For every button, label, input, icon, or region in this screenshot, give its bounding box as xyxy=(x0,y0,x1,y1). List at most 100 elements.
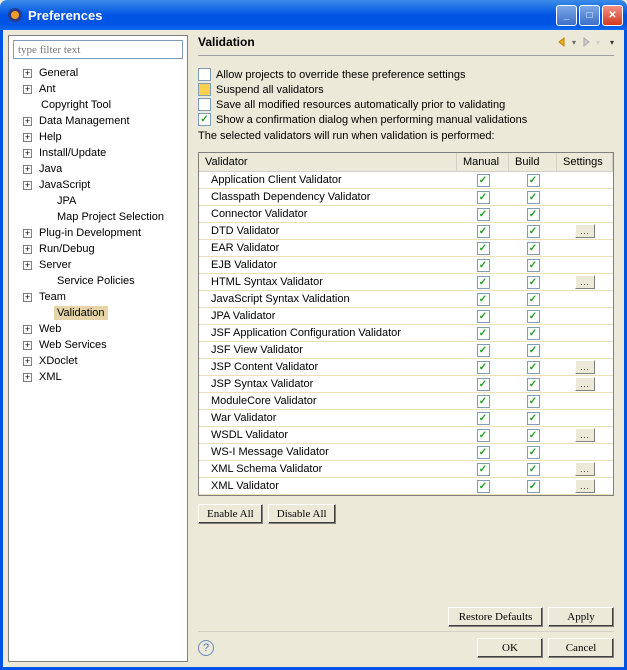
build-checkbox[interactable] xyxy=(527,191,540,204)
tree-item[interactable]: +Server xyxy=(11,257,185,273)
enable-all-button[interactable]: Enable All xyxy=(198,504,263,524)
manual-checkbox[interactable] xyxy=(477,293,490,306)
tree-item[interactable]: Validation xyxy=(11,305,185,321)
table-row[interactable]: JPA Validator xyxy=(199,308,613,325)
build-checkbox[interactable] xyxy=(527,259,540,272)
build-checkbox[interactable] xyxy=(527,344,540,357)
build-checkbox[interactable] xyxy=(527,293,540,306)
tree-item[interactable]: +Web xyxy=(11,321,185,337)
tree-item[interactable]: +Java xyxy=(11,161,185,177)
build-checkbox[interactable] xyxy=(527,480,540,493)
col-manual[interactable]: Manual xyxy=(457,153,509,171)
table-row[interactable]: Application Client Validator xyxy=(199,172,613,189)
tree-item[interactable]: +Data Management xyxy=(11,113,185,129)
back-dropdown-icon[interactable]: ▾ xyxy=(572,38,576,47)
manual-checkbox[interactable] xyxy=(477,378,490,391)
build-checkbox[interactable] xyxy=(527,208,540,221)
close-button[interactable]: ✕ xyxy=(602,5,623,26)
build-checkbox[interactable] xyxy=(527,395,540,408)
tree-item[interactable]: JPA xyxy=(11,193,185,209)
override-checkbox[interactable] xyxy=(198,68,211,81)
manual-checkbox[interactable] xyxy=(477,429,490,442)
saveall-checkbox[interactable] xyxy=(198,98,211,111)
expand-icon[interactable]: + xyxy=(23,149,32,158)
tree-item[interactable]: +Ant xyxy=(11,81,185,97)
manual-checkbox[interactable] xyxy=(477,276,490,289)
build-checkbox[interactable] xyxy=(527,361,540,374)
maximize-button[interactable]: □ xyxy=(579,5,600,26)
tree-item[interactable]: Copyright Tool xyxy=(11,97,185,113)
settings-button[interactable]: ... xyxy=(575,224,595,238)
build-checkbox[interactable] xyxy=(527,174,540,187)
tree-item[interactable]: +XML xyxy=(11,369,185,385)
manual-checkbox[interactable] xyxy=(477,361,490,374)
table-row[interactable]: EJB Validator xyxy=(199,257,613,274)
manual-checkbox[interactable] xyxy=(477,395,490,408)
table-row[interactable]: War Validator xyxy=(199,410,613,427)
settings-button[interactable]: ... xyxy=(575,275,595,289)
settings-button[interactable]: ... xyxy=(575,428,595,442)
expand-icon[interactable]: + xyxy=(23,357,32,366)
manual-checkbox[interactable] xyxy=(477,242,490,255)
table-row[interactable]: XML Schema Validator... xyxy=(199,461,613,478)
manual-checkbox[interactable] xyxy=(477,310,490,323)
build-checkbox[interactable] xyxy=(527,310,540,323)
tree-item[interactable]: Map Project Selection xyxy=(11,209,185,225)
table-row[interactable]: ModuleCore Validator xyxy=(199,393,613,410)
settings-button[interactable]: ... xyxy=(575,479,595,493)
tree-item[interactable]: +XDoclet xyxy=(11,353,185,369)
manual-checkbox[interactable] xyxy=(477,191,490,204)
expand-icon[interactable]: + xyxy=(23,373,32,382)
menu-dropdown-icon[interactable]: ▾ xyxy=(610,38,614,47)
expand-icon[interactable]: + xyxy=(23,341,32,350)
build-checkbox[interactable] xyxy=(527,225,540,238)
tree-item[interactable]: +General xyxy=(11,65,185,81)
table-row[interactable]: JSP Syntax Validator... xyxy=(199,376,613,393)
help-icon[interactable]: ? xyxy=(198,640,214,656)
preferences-tree[interactable]: +General+AntCopyright Tool+Data Manageme… xyxy=(9,63,187,661)
table-row[interactable]: Classpath Dependency Validator xyxy=(199,189,613,206)
table-row[interactable]: EAR Validator xyxy=(199,240,613,257)
manual-checkbox[interactable] xyxy=(477,480,490,493)
tree-item[interactable]: +Team xyxy=(11,289,185,305)
col-validator[interactable]: Validator xyxy=(199,153,457,171)
back-icon[interactable] xyxy=(555,35,569,49)
col-build[interactable]: Build xyxy=(509,153,557,171)
table-row[interactable]: JSF Application Configuration Validator xyxy=(199,325,613,342)
tree-item[interactable]: +Run/Debug xyxy=(11,241,185,257)
restore-defaults-button[interactable]: Restore Defaults xyxy=(448,607,543,627)
apply-button[interactable]: Apply xyxy=(548,607,614,627)
manual-checkbox[interactable] xyxy=(477,259,490,272)
ok-button[interactable]: OK xyxy=(477,638,543,658)
expand-icon[interactable]: + xyxy=(23,325,32,334)
manual-checkbox[interactable] xyxy=(477,208,490,221)
table-row[interactable]: Connector Validator xyxy=(199,206,613,223)
manual-checkbox[interactable] xyxy=(477,412,490,425)
table-row[interactable]: JavaScript Syntax Validation xyxy=(199,291,613,308)
expand-icon[interactable]: + xyxy=(23,133,32,142)
tree-item[interactable]: +JavaScript xyxy=(11,177,185,193)
manual-checkbox[interactable] xyxy=(477,463,490,476)
build-checkbox[interactable] xyxy=(527,378,540,391)
tree-item[interactable]: Service Policies xyxy=(11,273,185,289)
manual-checkbox[interactable] xyxy=(477,446,490,459)
manual-checkbox[interactable] xyxy=(477,225,490,238)
expand-icon[interactable]: + xyxy=(23,229,32,238)
manual-checkbox[interactable] xyxy=(477,344,490,357)
table-row[interactable]: WSDL Validator... xyxy=(199,427,613,444)
tree-item[interactable]: +Install/Update xyxy=(11,145,185,161)
col-settings[interactable]: Settings xyxy=(557,153,613,171)
manual-checkbox[interactable] xyxy=(477,327,490,340)
build-checkbox[interactable] xyxy=(527,446,540,459)
build-checkbox[interactable] xyxy=(527,463,540,476)
suspend-checkbox[interactable] xyxy=(198,83,211,96)
build-checkbox[interactable] xyxy=(527,327,540,340)
cancel-button[interactable]: Cancel xyxy=(548,638,614,658)
table-row[interactable]: JSF View Validator xyxy=(199,342,613,359)
tree-item[interactable]: +Plug-in Development xyxy=(11,225,185,241)
table-row[interactable]: JSP Content Validator... xyxy=(199,359,613,376)
filter-input[interactable] xyxy=(13,40,183,59)
table-row[interactable]: HTML Syntax Validator... xyxy=(199,274,613,291)
build-checkbox[interactable] xyxy=(527,429,540,442)
table-row[interactable]: WS-I Message Validator xyxy=(199,444,613,461)
